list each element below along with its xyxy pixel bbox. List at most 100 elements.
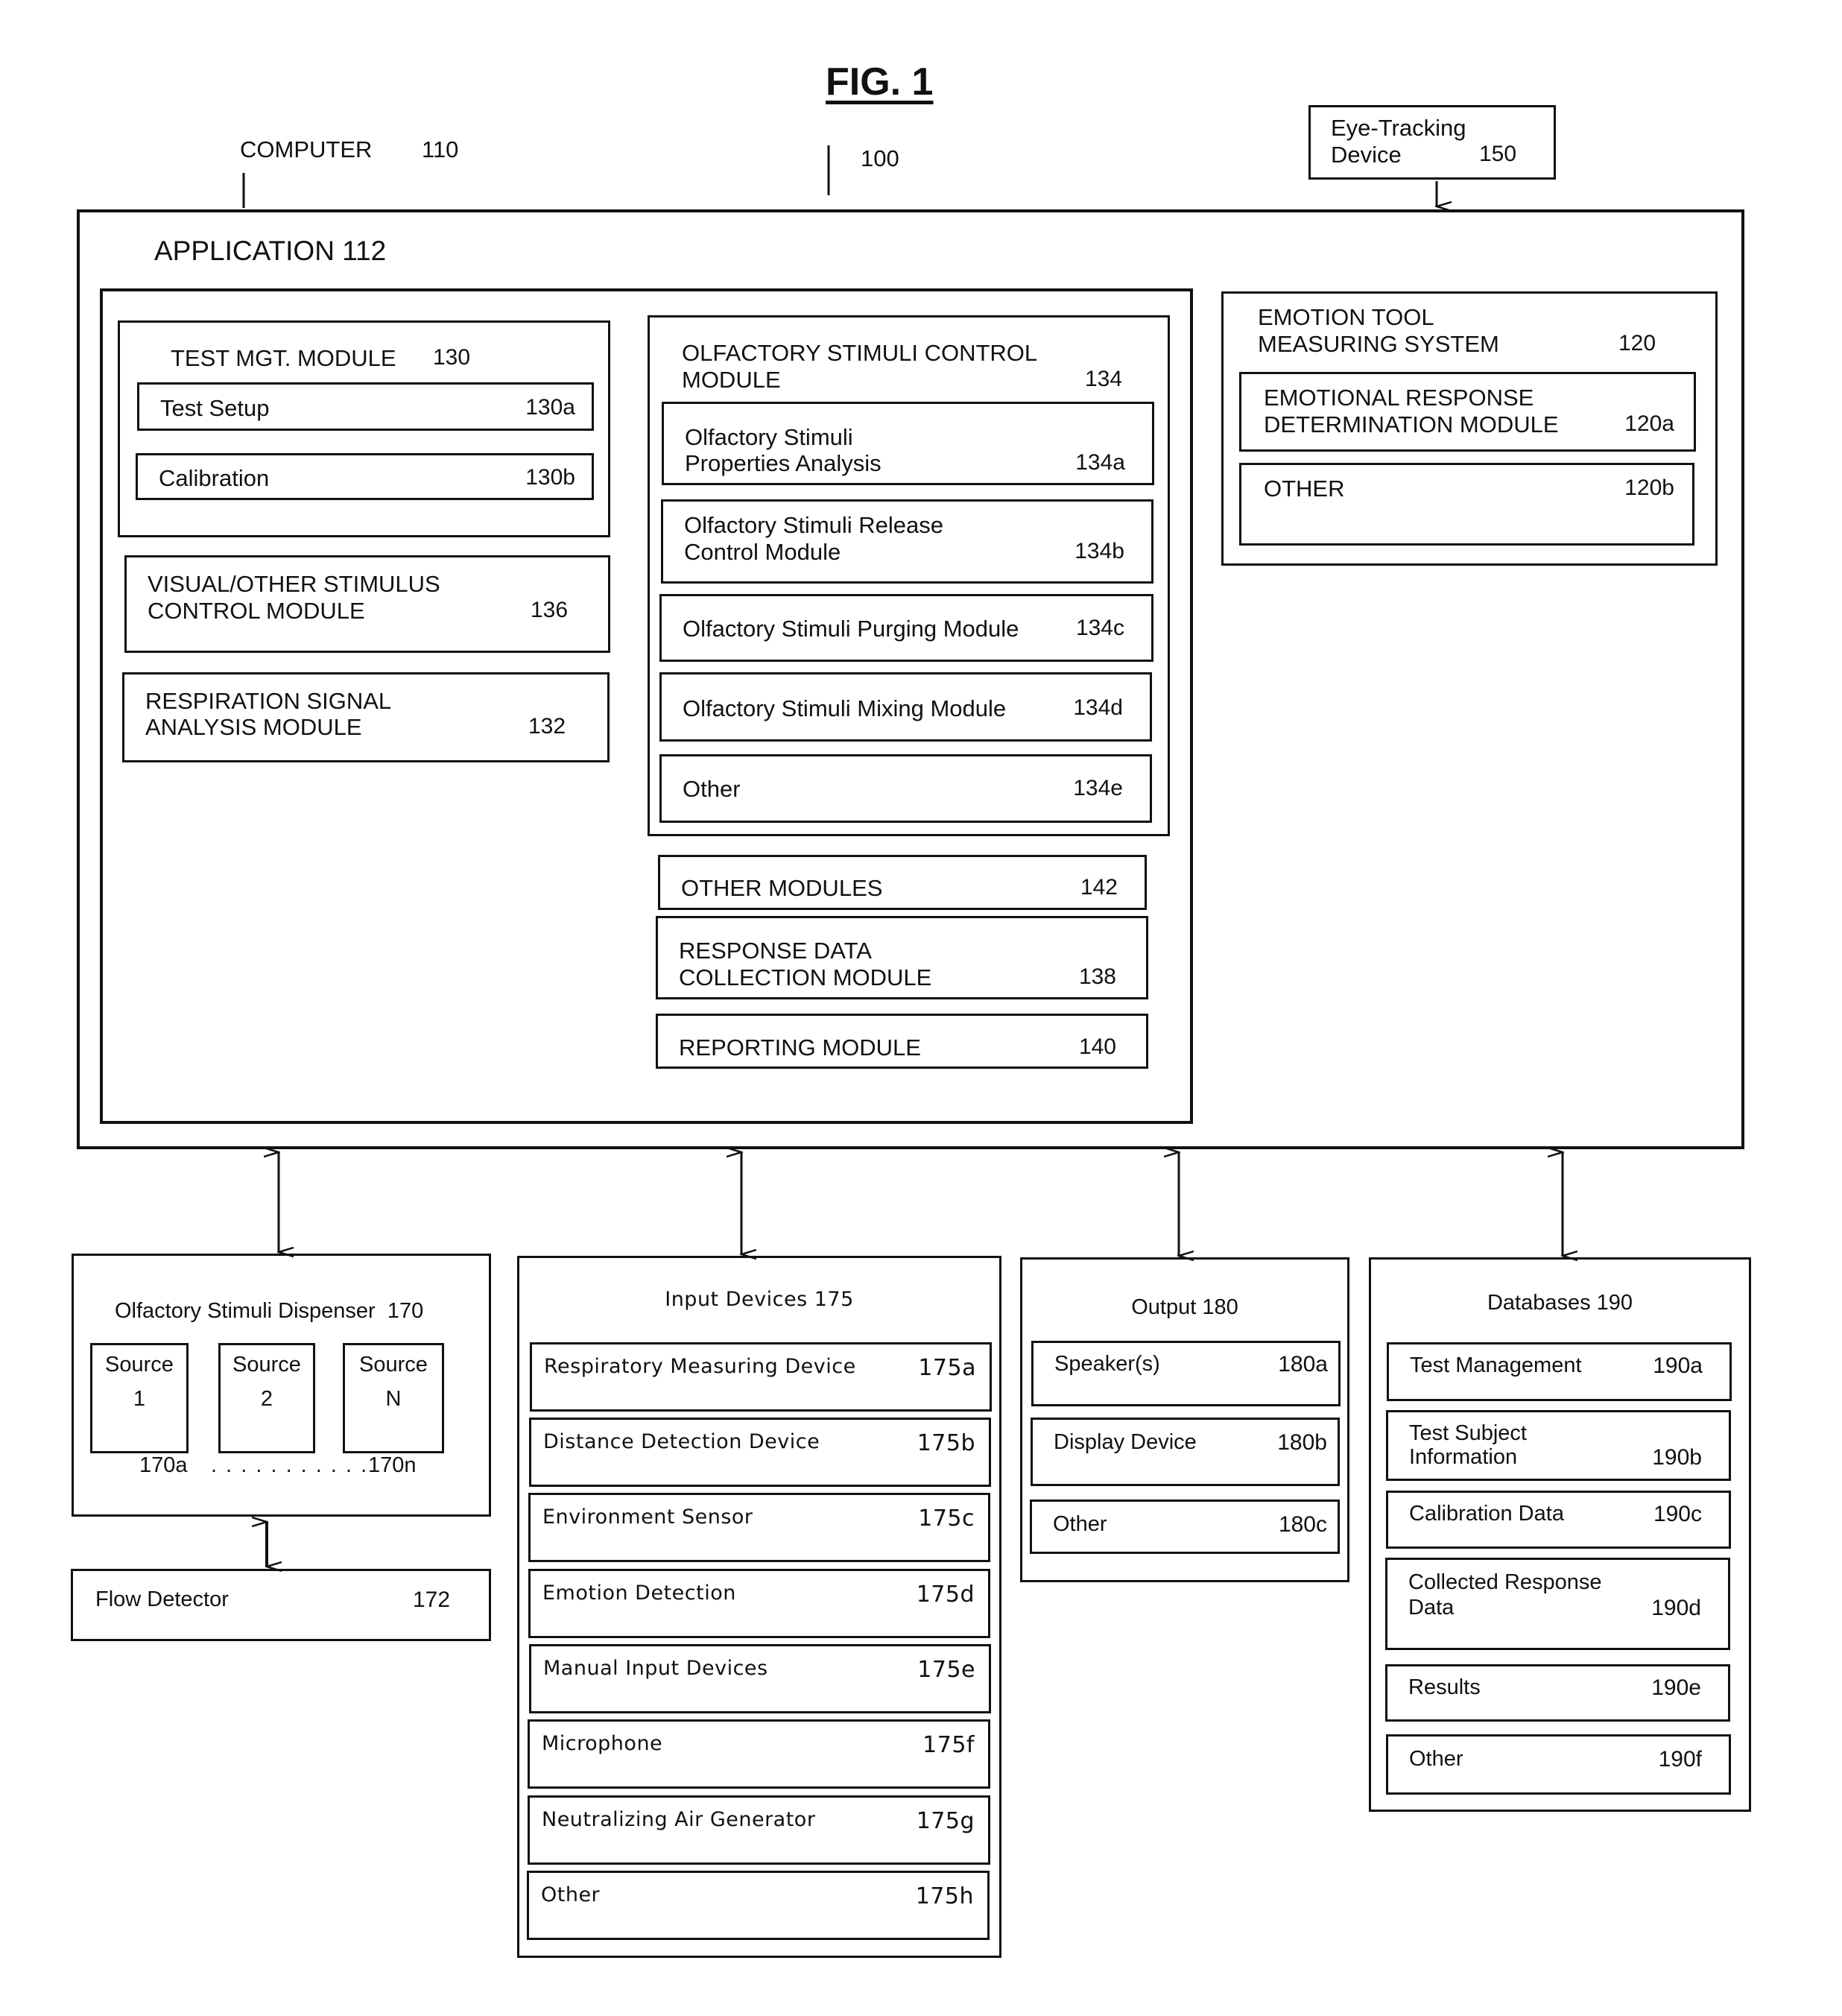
test-setup-label: Test Setup <box>160 395 270 421</box>
reporting-module: REPORTING MODULE 140 <box>656 1014 1148 1069</box>
item-label: Environment Sensor <box>542 1505 753 1529</box>
item-ref: 180a <box>1278 1352 1328 1377</box>
item-line2: Data <box>1408 1596 1455 1620</box>
source-line2: 1 <box>133 1387 146 1411</box>
item-ref: 190c <box>1653 1502 1702 1526</box>
item-line2: Information <box>1409 1445 1518 1469</box>
item-ref: 175h <box>915 1883 974 1909</box>
item-label: Display Device <box>1054 1430 1197 1454</box>
eye-tracking-line1: Eye-Tracking <box>1331 115 1466 141</box>
item-label: Neutralizing Air Generator <box>542 1808 816 1831</box>
olfactory-other-item: Other 134e <box>659 754 1152 823</box>
eye-tracking-line2: Device <box>1331 142 1402 168</box>
output-item: Display Device 180b <box>1031 1418 1340 1486</box>
source-line1: Source <box>105 1353 174 1377</box>
item-ref: 190e <box>1651 1675 1701 1700</box>
source-2: Source 2 <box>218 1343 315 1453</box>
system-ref: 100 <box>861 145 899 171</box>
source-line2: N <box>385 1387 402 1411</box>
item-ref: 175b <box>917 1430 975 1456</box>
item-ref: 120b <box>1624 475 1674 500</box>
flow-detector-label: Flow Detector <box>95 1587 229 1611</box>
input-device-item: Manual Input Devices 175e <box>529 1644 991 1713</box>
respiration-line1: RESPIRATION SIGNAL <box>145 688 392 714</box>
other-modules-label: OTHER MODULES <box>681 875 883 901</box>
eye-tracking-device-box: Eye-Tracking Device 150 <box>1308 105 1556 180</box>
response-line2: COLLECTION MODULE <box>679 964 932 990</box>
item-ref: 134b <box>1074 539 1124 563</box>
calibration-ref: 130b <box>525 465 575 490</box>
output-title: Output 180 <box>1131 1295 1238 1319</box>
test-mgt-title: TEST MGT. MODULE <box>171 345 396 371</box>
item-ref: 190d <box>1651 1596 1701 1620</box>
item-line1: Olfactory Stimuli Purging Module <box>683 616 1019 642</box>
other-modules: OTHER MODULES 142 <box>658 855 1147 910</box>
item-ref: 190a <box>1653 1353 1703 1378</box>
response-data-collection-module: RESPONSE DATA COLLECTION MODULE 138 <box>656 916 1148 999</box>
item-line1: OTHER <box>1264 475 1345 502</box>
item-line1: Calibration Data <box>1409 1502 1564 1526</box>
item-line1: Test Subject <box>1409 1421 1527 1445</box>
input-device-item: Other 175h <box>527 1871 990 1940</box>
database-item: Calibration Data 190c <box>1386 1491 1731 1549</box>
emotion-tool-line1: EMOTION TOOL <box>1258 304 1434 330</box>
computer-ref: 110 <box>422 136 459 162</box>
input-device-item: Emotion Detection 175d <box>528 1569 990 1638</box>
response-ref: 138 <box>1078 964 1116 989</box>
emotion-tool-ref: 120 <box>1618 331 1656 356</box>
item-line1: Olfactory Stimuli <box>685 424 853 450</box>
database-item: Test Subject Information 190b <box>1386 1410 1731 1481</box>
source-line2: 2 <box>260 1387 273 1411</box>
input-device-item: Neutralizing Air Generator 175g <box>528 1795 990 1865</box>
source-first-ref: 170a <box>139 1453 188 1477</box>
computer-label: COMPUTER <box>240 136 373 162</box>
source-last-ref: 170n <box>368 1453 417 1477</box>
emotional-response-module: EMOTIONAL RESPONSE DETERMINATION MODULE … <box>1239 372 1696 452</box>
item-label: Other <box>1053 1512 1107 1536</box>
databases-title: Databases 190 <box>1487 1291 1633 1315</box>
flow-detector-ref: 172 <box>413 1587 451 1612</box>
item-ref: 180c <box>1278 1512 1327 1537</box>
visual-line2: CONTROL MODULE <box>148 598 365 624</box>
input-device-item: Respiratory Measuring Device 175a <box>530 1342 992 1412</box>
database-item: Test Management 190a <box>1387 1342 1732 1401</box>
visual-ref: 136 <box>531 598 569 622</box>
item-line2: Properties Analysis <box>685 450 882 476</box>
item-ref: 175f <box>922 1732 975 1758</box>
application-title: APPLICATION 112 <box>154 236 387 266</box>
other-modules-ref: 142 <box>1080 875 1118 900</box>
item-line2: Control Module <box>684 539 841 565</box>
item-line1: Other <box>1409 1747 1463 1771</box>
item-line1: Other <box>683 776 741 802</box>
item-ref: 175g <box>916 1808 975 1834</box>
test-mgt-ref: 130 <box>433 345 471 370</box>
visual-line1: VISUAL/OTHER STIMULUS <box>148 571 440 597</box>
test-setup-ref: 130a <box>525 395 575 420</box>
source-line1: Source <box>359 1353 428 1377</box>
item-line1: Olfactory Stimuli Release <box>684 512 944 538</box>
item-line1: Test Management <box>1410 1353 1582 1377</box>
olfactory-ref: 134 <box>1085 367 1123 391</box>
item-ref: 190f <box>1658 1747 1702 1772</box>
item-line1: Olfactory Stimuli Mixing Module <box>683 695 1007 721</box>
flow-detector: Flow Detector 172 <box>71 1569 491 1641</box>
input-device-item: Microphone 175f <box>528 1719 990 1789</box>
item-label: Distance Detection Device <box>543 1430 820 1453</box>
database-item: Results 190e <box>1385 1664 1730 1722</box>
calibration-item: Calibration 130b <box>136 453 594 500</box>
visual-stimulus-module: VISUAL/OTHER STIMULUS CONTROL MODULE 136 <box>124 555 610 653</box>
item-label: Manual Input Devices <box>543 1657 768 1680</box>
item-line1: EMOTIONAL RESPONSE <box>1264 385 1534 411</box>
emotion-tool-line2: MEASURING SYSTEM <box>1258 331 1499 357</box>
item-line1: Results <box>1408 1675 1481 1699</box>
item-ref: 175e <box>917 1657 975 1683</box>
input-devices-title: Input Devices 175 <box>665 1288 854 1311</box>
item-ref: 190b <box>1652 1445 1702 1470</box>
database-item: Other 190f <box>1386 1734 1731 1795</box>
item-label: Emotion Detection <box>542 1581 736 1605</box>
response-line1: RESPONSE DATA <box>679 938 872 964</box>
item-ref: 175c <box>918 1505 975 1532</box>
source-n: Source N <box>343 1343 444 1453</box>
input-device-item: Distance Detection Device 175b <box>529 1418 991 1487</box>
item-ref: 180b <box>1277 1430 1327 1455</box>
